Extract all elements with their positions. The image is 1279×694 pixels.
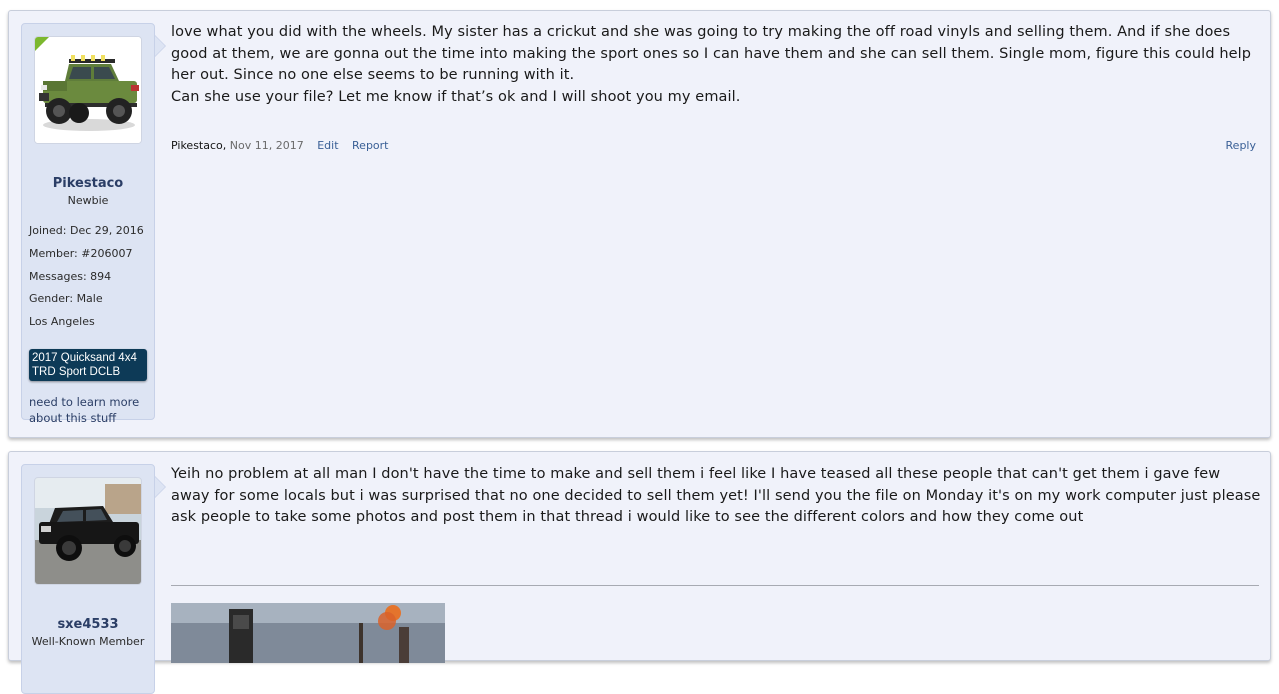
stat-value: Male [76,292,103,305]
stat-label: Member: [29,247,78,260]
truck-avatar-image [35,478,141,584]
username[interactable]: Pikestaco [22,176,154,191]
stat-messages: Messages: 894 [29,270,111,283]
stat-value: Dec 29, 2016 [69,224,144,237]
message-body: love what you did with the wheels. My si… [171,22,1263,108]
message-paragraph: love what you did with the wheels. My si… [171,24,1252,83]
attachment-image[interactable] [171,603,445,663]
vehicle-banner-line1: 2017 Quicksand 4x4 [32,352,137,364]
message-paragraph: Yeih no problem at all man I don't have … [171,466,1261,525]
stat-gender: Gender: Male [29,292,103,305]
truck-avatar-image [35,37,141,143]
user-title: Well-Known Member [31,635,145,648]
post-meta: Pikestaco, Nov 11, 2017 Edit Report [171,139,389,152]
stat-label: Messages: [29,270,87,283]
newbie-corner-badge [35,37,49,51]
edit-link[interactable]: Edit [317,139,338,152]
vehicle-banner: 2017 Quicksand 4x4 TRD Sport DCLB [29,349,147,381]
panel-arrow [155,477,165,497]
stat-value[interactable]: 894 [90,270,111,283]
vehicle-banner-line2: TRD Sport DCLB [32,366,121,378]
attachment-divider [171,585,1259,586]
avatar[interactable] [34,36,142,144]
message-paragraph: Can she use your file? Let me know if th… [171,88,741,105]
user-info-panel: sxe4533 Well-Known Member [21,464,166,694]
reply-link[interactable]: Reply [1226,139,1256,152]
post-date[interactable]: Nov 11, 2017 [230,139,304,152]
username[interactable]: sxe4533 [22,617,154,632]
stat-label: Gender: [29,292,74,305]
user-signature: need to learn more about this stuff [29,395,140,425]
attachment-photo [171,603,445,663]
report-link[interactable]: Report [352,139,388,152]
stat-label: Joined: [29,224,67,237]
forum-post: sxe4533 Well-Known Member Yeih no proble… [8,451,1271,694]
user-info-panel: Pikestaco Newbie Joined: Dec 29, 2016 Me… [21,23,166,425]
message-body: Yeih no problem at all man I don't have … [171,464,1263,529]
forum-post: Pikestaco Newbie Joined: Dec 29, 2016 Me… [8,10,1271,438]
user-title: Newbie [67,194,109,207]
stat-joined: Joined: Dec 29, 2016 [29,224,144,237]
panel-arrow [155,36,165,56]
stat-value: #206007 [81,247,133,260]
user-location: Los Angeles [29,315,95,328]
avatar[interactable] [34,477,142,585]
post-author[interactable]: Pikestaco, [171,139,226,152]
stat-member: Member: #206007 [29,247,132,260]
